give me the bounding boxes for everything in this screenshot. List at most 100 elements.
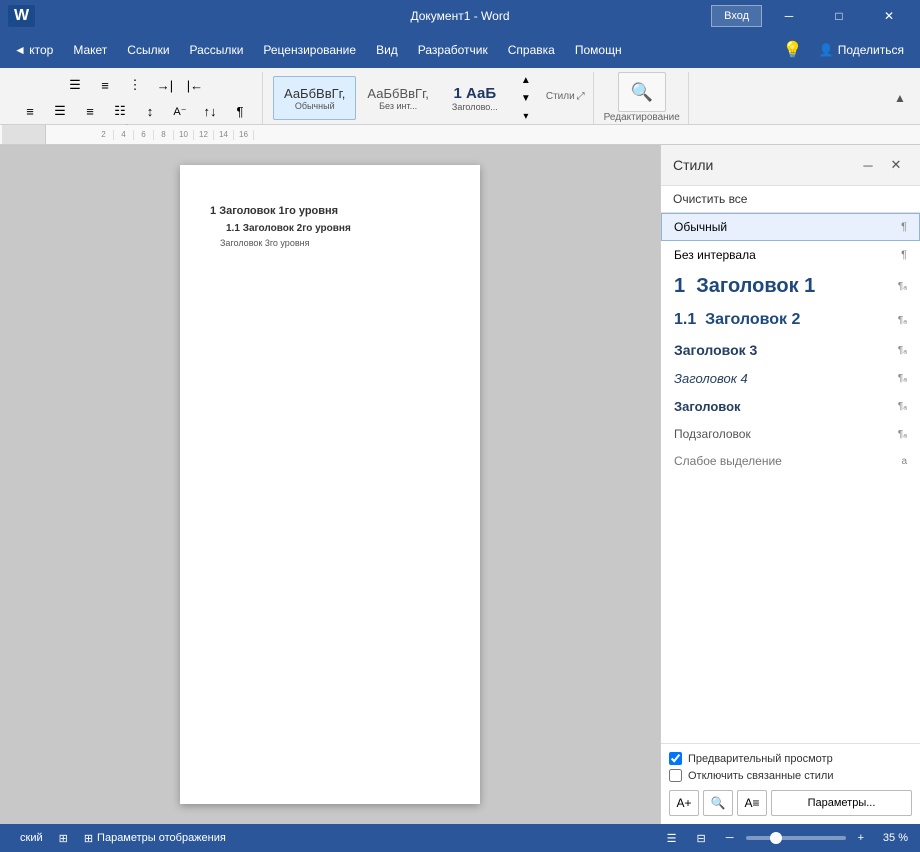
- style-icon-heading3: ¶ₐ: [898, 345, 907, 356]
- align-right-btn[interactable]: ≡: [76, 98, 104, 124]
- document-page[interactable]: 1 Заголовок 1го уровня 1.1 Заголовок 2го…: [180, 165, 480, 804]
- zoom-track[interactable]: [746, 836, 846, 840]
- style-name-normal: Обычный: [674, 220, 897, 234]
- manage-styles-button[interactable]: A≡: [737, 790, 767, 816]
- params-button[interactable]: Параметры...: [771, 790, 912, 816]
- menu-item-view[interactable]: Вид: [366, 36, 408, 64]
- document-area[interactable]: 1 Заголовок 1го уровня 1.1 Заголовок 2го…: [0, 145, 660, 824]
- lightbulb-icon: 💡: [783, 40, 803, 60]
- menu-item-developer[interactable]: Разработчик: [408, 36, 498, 64]
- layout-btn-1[interactable]: ☰: [659, 832, 685, 845]
- style-icon-normal: ¶: [901, 221, 907, 233]
- style-entry-heading4[interactable]: Заголовок 4 ¶ₐ: [661, 364, 920, 392]
- menu-item-mailings[interactable]: Рассылки: [180, 36, 254, 64]
- style-entry-heading2[interactable]: 1.1 Заголовок 2 ¶ₐ: [661, 304, 920, 335]
- styles-panel-pin[interactable]: ─: [856, 153, 880, 177]
- editing-label: Редактирование: [604, 112, 680, 123]
- style-entry-subtle[interactable]: Слабое выделение a: [661, 447, 920, 474]
- close-button[interactable]: ✕: [866, 0, 912, 32]
- ruler-mark: 10: [174, 130, 194, 140]
- style-entry-no-spacing[interactable]: Без интервала ¶: [661, 241, 920, 268]
- style-name-heading1: 1 Заголовок 1: [674, 275, 894, 298]
- menu-item-references[interactable]: Ссылки: [117, 36, 179, 64]
- fill-color-btn[interactable]: A⁻: [166, 98, 194, 124]
- style-name-subheading: Подзаголовок: [674, 427, 894, 441]
- signin-button[interactable]: Вход: [711, 5, 762, 27]
- search-editing-btn[interactable]: 🔍: [618, 72, 666, 112]
- ruler-mark: 12: [194, 130, 214, 140]
- disable-linked-checkbox-label[interactable]: Отключить связанные стили: [669, 769, 912, 782]
- status-params[interactable]: ⊞ Параметры отображения: [76, 824, 234, 852]
- inspector-icon: 🔍: [711, 796, 726, 810]
- style-icon-heading2: ¶ₐ: [898, 315, 907, 326]
- style-entry-subheading[interactable]: Подзаголовок ¶ₐ: [661, 420, 920, 447]
- ordered-list-btn[interactable]: ≡: [91, 72, 119, 98]
- style-entry-heading1[interactable]: 1 Заголовок 1 ¶ₐ: [661, 268, 920, 304]
- align-left-btn[interactable]: ≡: [16, 98, 44, 124]
- style-icon-subheading: ¶ₐ: [898, 429, 907, 440]
- align-center-btn[interactable]: ☰: [46, 98, 74, 124]
- styles-scroll-down[interactable]: ▼: [512, 89, 540, 107]
- share-label: Поделиться: [838, 43, 904, 57]
- ribbon-list-group: ☰ ≡ ⋮ →| |← ≡ ☰ ≡ ☷ ↕ A⁻ ↑↓ ¶ Абзац ⤢: [8, 72, 263, 124]
- disable-linked-checkbox[interactable]: [669, 769, 682, 782]
- ruler-mark: 2: [94, 130, 114, 140]
- styles-panel-footer: Предварительный просмотр Отключить связа…: [661, 743, 920, 824]
- zoom-thumb: [770, 832, 782, 844]
- menu-item-home[interactable]: ◄ ктор: [4, 36, 63, 64]
- style-icon-no-spacing: ¶: [901, 249, 907, 261]
- styles-label: Стили: [546, 91, 575, 102]
- pilcrow-btn[interactable]: ¶: [226, 98, 254, 124]
- heading2-number: 1.1: [226, 223, 243, 234]
- preview-checkbox[interactable]: [669, 752, 682, 765]
- style-icon-heading4: ¶ₐ: [898, 373, 907, 384]
- share-button[interactable]: 👤 Поделиться: [807, 39, 916, 61]
- style-normal[interactable]: АаБбВвГг, Обычный: [273, 76, 356, 120]
- ruler-mark: 8: [154, 130, 174, 140]
- menu-item-review[interactable]: Рецензирование: [253, 36, 366, 64]
- layout-btn-2[interactable]: ⊟: [689, 832, 714, 845]
- minimize-button[interactable]: ─: [766, 0, 812, 32]
- styles-panel: Стили ─ ✕ Очистить все Обычный ¶ Без инт…: [660, 145, 920, 824]
- sort-btn[interactable]: ↑↓: [196, 98, 224, 124]
- zoom-out-btn[interactable]: ─: [718, 832, 742, 844]
- restore-button[interactable]: □: [816, 0, 862, 32]
- menu-item-help[interactable]: Справка: [498, 36, 565, 64]
- zoom-in-btn[interactable]: +: [850, 832, 872, 844]
- status-language[interactable]: ский: [12, 824, 51, 852]
- style-no-spacing[interactable]: АаБбВвГг, Без инт...: [356, 76, 439, 120]
- style-inspector-button[interactable]: 🔍: [703, 790, 733, 816]
- menu-item-assist[interactable]: Помощн: [565, 36, 632, 64]
- heading1-text: Заголовок 1го уровня: [219, 205, 338, 217]
- collapse-ribbon-btn[interactable]: ▲: [888, 86, 912, 110]
- style-entry-normal[interactable]: Обычный ¶: [661, 213, 920, 241]
- style-heading1-gallery[interactable]: 1 АаБ Заголово...: [440, 76, 510, 120]
- new-style-button[interactable]: A+: [669, 790, 699, 816]
- style-entry-heading5[interactable]: Заголовок ¶ₐ: [661, 392, 920, 420]
- unordered-list-btn[interactable]: ☰: [61, 72, 89, 98]
- person-icon: 👤: [819, 43, 834, 57]
- indent-right-btn[interactable]: →|: [151, 72, 179, 98]
- styles-expand[interactable]: ▾: [512, 107, 540, 125]
- multilevel-list-btn[interactable]: ⋮: [121, 72, 149, 98]
- ruler-mark: 4: [114, 130, 134, 140]
- indent-left-btn[interactable]: |←: [181, 72, 209, 98]
- styles-panel-close[interactable]: ✕: [884, 153, 908, 177]
- heading2-text: Заголовок 2го уровня: [243, 223, 351, 234]
- heading3-text: Заголовок 3го уровня: [220, 238, 309, 248]
- styles-expand-icon[interactable]: ⤢: [577, 91, 585, 102]
- clear-all-button[interactable]: Очистить все: [661, 186, 920, 213]
- params-icon: ⊞: [84, 832, 93, 845]
- line-spacing-btn[interactable]: ↕: [136, 98, 164, 124]
- styles-scroll-up[interactable]: ▲: [512, 71, 540, 89]
- styles-list: Обычный ¶ Без интервала ¶ 1 Заголовок 1 …: [661, 213, 920, 743]
- ruler-mark: 16: [234, 130, 254, 140]
- status-view-icon[interactable]: ⊞: [51, 824, 76, 852]
- preview-checkbox-label[interactable]: Предварительный просмотр: [669, 752, 912, 765]
- ruler-mark: 14: [214, 130, 234, 140]
- layout-icon-1: ☰: [667, 832, 677, 845]
- style-entry-heading3[interactable]: Заголовок 3 ¶ₐ: [661, 335, 920, 364]
- menu-item-layout[interactable]: Макет: [63, 36, 117, 64]
- disable-linked-label: Отключить связанные стили: [688, 770, 833, 782]
- align-justify-btn[interactable]: ☷: [106, 98, 134, 124]
